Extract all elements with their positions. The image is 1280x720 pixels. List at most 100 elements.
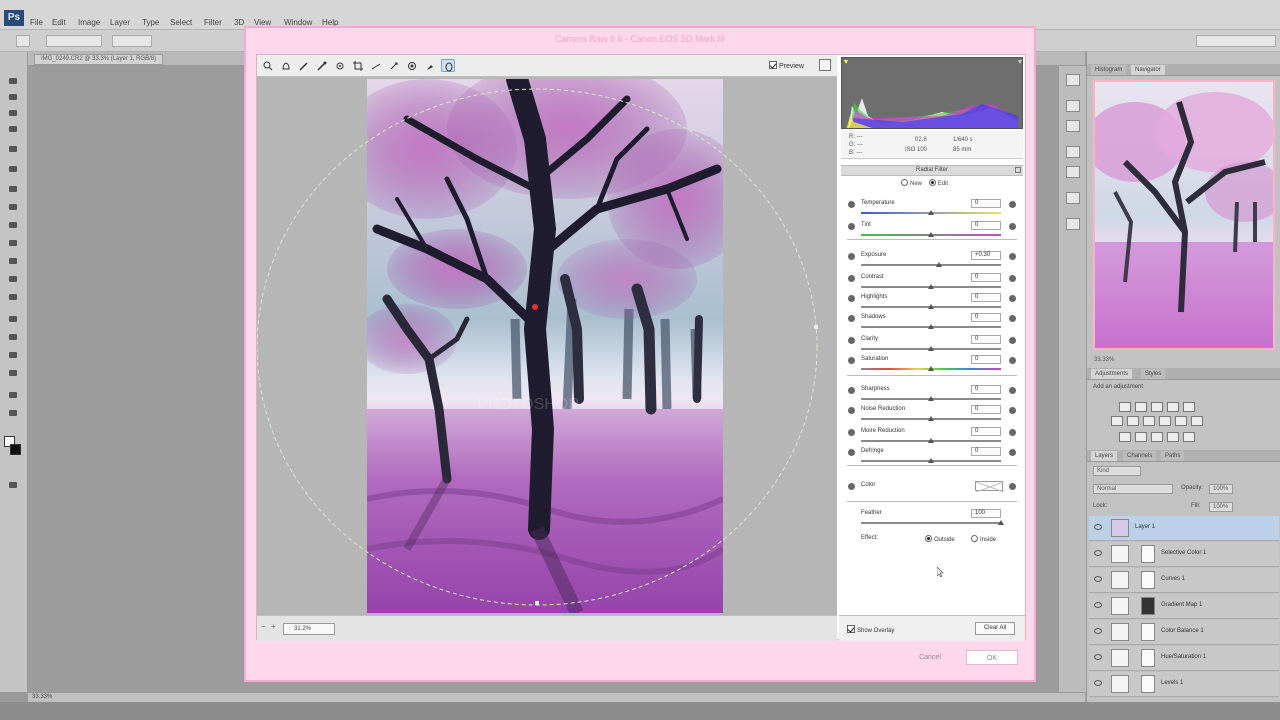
paragraph-panel-icon[interactable] — [1066, 218, 1080, 230]
eye-icon[interactable] — [1094, 524, 1102, 530]
gradient-tool-icon[interactable] — [7, 274, 19, 284]
levels-icon[interactable] — [1135, 402, 1147, 412]
threshold-icon[interactable] — [1151, 432, 1163, 442]
plus-icon[interactable] — [1009, 253, 1016, 260]
menu-file[interactable]: File — [30, 18, 43, 27]
slider-value[interactable]: 0 — [971, 221, 1001, 230]
minus-icon[interactable] — [848, 387, 855, 394]
zoom-in-icon[interactable]: + — [271, 623, 279, 631]
red-eye-icon[interactable] — [405, 59, 419, 72]
tab-styles[interactable]: Styles — [1141, 369, 1166, 379]
slider-value[interactable]: 0 — [971, 405, 1001, 414]
cancel-button[interactable]: Cancel — [904, 650, 956, 665]
document-tab[interactable]: IMG_0249.CR2 @ 33.3% (Layer 1, RGB/8) — [34, 54, 164, 65]
spot-removal-icon[interactable] — [387, 59, 401, 72]
preview-checkbox[interactable]: Preview — [769, 61, 804, 70]
actions-panel-icon[interactable] — [1066, 100, 1080, 112]
show-overlay-checkbox[interactable]: Show Overlay — [847, 625, 894, 634]
fullscreen-icon[interactable] — [819, 59, 831, 71]
resize-handle[interactable] — [535, 601, 539, 605]
marquee-tool-icon[interactable] — [7, 92, 19, 102]
plus-icon[interactable] — [1009, 483, 1016, 490]
character-panel-icon[interactable] — [1066, 192, 1080, 204]
brush-panel-icon[interactable] — [1066, 146, 1080, 158]
layer-row[interactable]: Levels 1 — [1089, 672, 1279, 697]
history-brush-icon[interactable] — [7, 238, 19, 248]
slider-value[interactable]: 0 — [971, 199, 1001, 208]
slider-sharpness[interactable]: Sharpness 0 — [841, 385, 1023, 405]
crop-tool-icon[interactable] — [7, 144, 19, 154]
layer-row[interactable]: Curves 1 — [1089, 568, 1279, 593]
eye-icon[interactable] — [1094, 680, 1102, 686]
minus-icon[interactable] — [848, 337, 855, 344]
layer-row[interactable]: Layer 1 — [1089, 516, 1279, 541]
invert-icon[interactable] — [1119, 432, 1131, 442]
minus-icon[interactable] — [848, 275, 855, 282]
minus-icon[interactable] — [848, 295, 855, 302]
curves-icon[interactable] — [1151, 402, 1163, 412]
plus-icon[interactable] — [1009, 337, 1016, 344]
menu-image[interactable]: Image — [78, 18, 100, 27]
menu-type[interactable]: Type — [142, 18, 159, 27]
tab-navigator[interactable]: Navigator — [1131, 65, 1165, 75]
photo-filter-icon[interactable] — [1159, 416, 1171, 426]
plus-icon[interactable] — [1009, 387, 1016, 394]
clone-stamp-icon[interactable] — [7, 220, 19, 230]
navigator-zoom[interactable]: 33.33% — [1091, 356, 1117, 366]
slider-thumb[interactable] — [928, 396, 934, 401]
black-white-icon[interactable] — [1143, 416, 1155, 426]
minus-icon[interactable] — [848, 357, 855, 364]
resize-handle[interactable] — [814, 325, 818, 329]
hue-saturation-icon[interactable] — [1111, 416, 1123, 426]
tab-histogram[interactable]: Histogram — [1091, 65, 1127, 75]
hand-tool-icon[interactable] — [279, 59, 293, 72]
menu-filter[interactable]: Filter — [204, 18, 222, 27]
slider-value[interactable]: 0 — [971, 385, 1001, 394]
slider-value[interactable]: 0 — [971, 273, 1001, 282]
layer-row[interactable]: Color Balance 1 — [1089, 620, 1279, 645]
slider-value[interactable]: 0 — [971, 293, 1001, 302]
image-preview[interactable]: PHOTOSHOP — [257, 77, 837, 615]
path-select-icon[interactable] — [7, 350, 19, 360]
blend-mode-select[interactable]: Normal — [1093, 484, 1173, 494]
plus-icon[interactable] — [1009, 295, 1016, 302]
options-field[interactable] — [46, 35, 102, 47]
healing-brush-icon[interactable] — [7, 184, 19, 194]
zoom-level-select[interactable]: 31.2% — [283, 623, 335, 635]
straighten-tool-icon[interactable] — [369, 59, 383, 72]
lasso-tool-icon[interactable] — [7, 108, 19, 118]
filter-center-pin[interactable] — [532, 304, 538, 310]
posterize-icon[interactable] — [1135, 432, 1147, 442]
tool-preset-picker[interactable] — [16, 35, 30, 47]
navigator-thumbnail[interactable] — [1093, 80, 1275, 350]
slider-value[interactable]: +0.30 — [971, 251, 1001, 260]
exposure-icon[interactable] — [1167, 402, 1179, 412]
hand-tool-icon[interactable] — [7, 390, 19, 400]
info-panel-icon[interactable] — [1066, 120, 1080, 132]
eye-icon[interactable] — [1094, 654, 1102, 660]
plus-icon[interactable] — [1009, 449, 1016, 456]
zoom-out-icon[interactable]: − — [261, 623, 269, 631]
slider-defringe[interactable]: Defringe 0 — [841, 447, 1023, 467]
brightness-icon[interactable] — [1119, 402, 1131, 412]
slider-thumb[interactable] — [928, 346, 934, 351]
tab-paths[interactable]: Paths — [1161, 451, 1185, 461]
type-tool-icon[interactable] — [7, 332, 19, 342]
background-color-swatch[interactable] — [10, 444, 21, 455]
radial-filter-icon[interactable] — [441, 59, 455, 72]
feather-value[interactable]: 100 — [971, 509, 1001, 518]
slider-track[interactable] — [861, 522, 1001, 524]
fill-field[interactable]: 100% — [1209, 502, 1233, 512]
ok-button[interactable]: OK — [966, 650, 1018, 665]
slider-thumb[interactable] — [928, 366, 934, 371]
workspace-switcher[interactable] — [1196, 35, 1276, 47]
slider-value[interactable]: 0 — [971, 427, 1001, 436]
pen-tool-icon[interactable] — [7, 314, 19, 324]
slider-thumb[interactable] — [928, 210, 934, 215]
plus-icon[interactable] — [1009, 407, 1016, 414]
quick-mask-icon[interactable] — [7, 480, 19, 490]
color-balance-icon[interactable] — [1127, 416, 1139, 426]
color-lookup-icon[interactable] — [1191, 416, 1203, 426]
layer-row[interactable]: Hue/Saturation 1 — [1089, 646, 1279, 671]
color-row[interactable]: Color — [841, 481, 1023, 501]
